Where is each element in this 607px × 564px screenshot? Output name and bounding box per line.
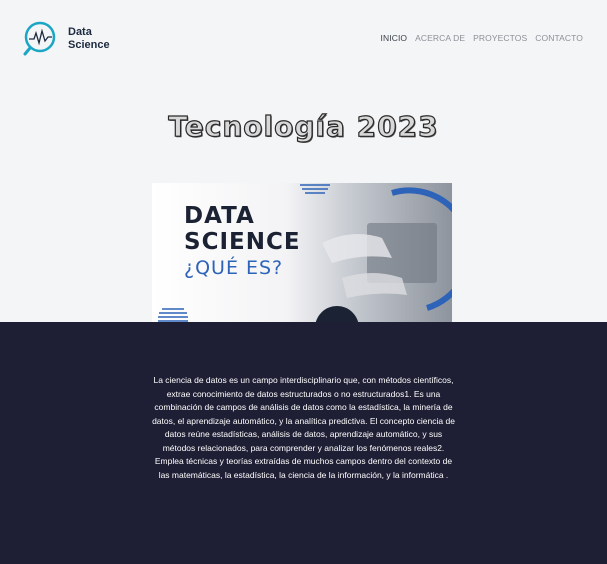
nav-item-proyectos[interactable]: PROYECTOS bbox=[473, 33, 527, 43]
hero-text: DATA SCIENCE ¿QUÉ ES? bbox=[184, 203, 301, 281]
nav-item-contacto[interactable]: CONTACTO bbox=[535, 33, 583, 43]
hero-line1: DATA bbox=[184, 203, 255, 229]
main-nav: INICIO ACERCA DE PROYECTOS CONTACTO bbox=[381, 33, 583, 43]
hero-line3: ¿QUÉ ES? bbox=[184, 257, 284, 279]
brand-name: Data Science bbox=[68, 26, 110, 52]
description-text: La ciencia de datos es un campo interdis… bbox=[152, 375, 455, 480]
page-title: Tecnología 2023 bbox=[168, 109, 439, 143]
nav-item-acerca-de[interactable]: ACERCA DE bbox=[415, 33, 465, 43]
hero-line2: SCIENCE bbox=[184, 229, 301, 255]
hero-image: DATA SCIENCE ¿QUÉ ES? bbox=[152, 183, 452, 323]
nav-item-inicio[interactable]: INICIO bbox=[381, 33, 408, 43]
site-header: Data Science INICIO ACERCA DE PROYECTOS … bbox=[0, 0, 607, 80]
brand-line2: Science bbox=[68, 39, 110, 51]
magnifier-chart-icon bbox=[22, 19, 62, 59]
brand-logo[interactable]: Data Science bbox=[22, 19, 122, 59]
description-section: La ciencia de datos es un campo interdis… bbox=[0, 322, 607, 564]
brand-line1: Data bbox=[68, 26, 92, 38]
